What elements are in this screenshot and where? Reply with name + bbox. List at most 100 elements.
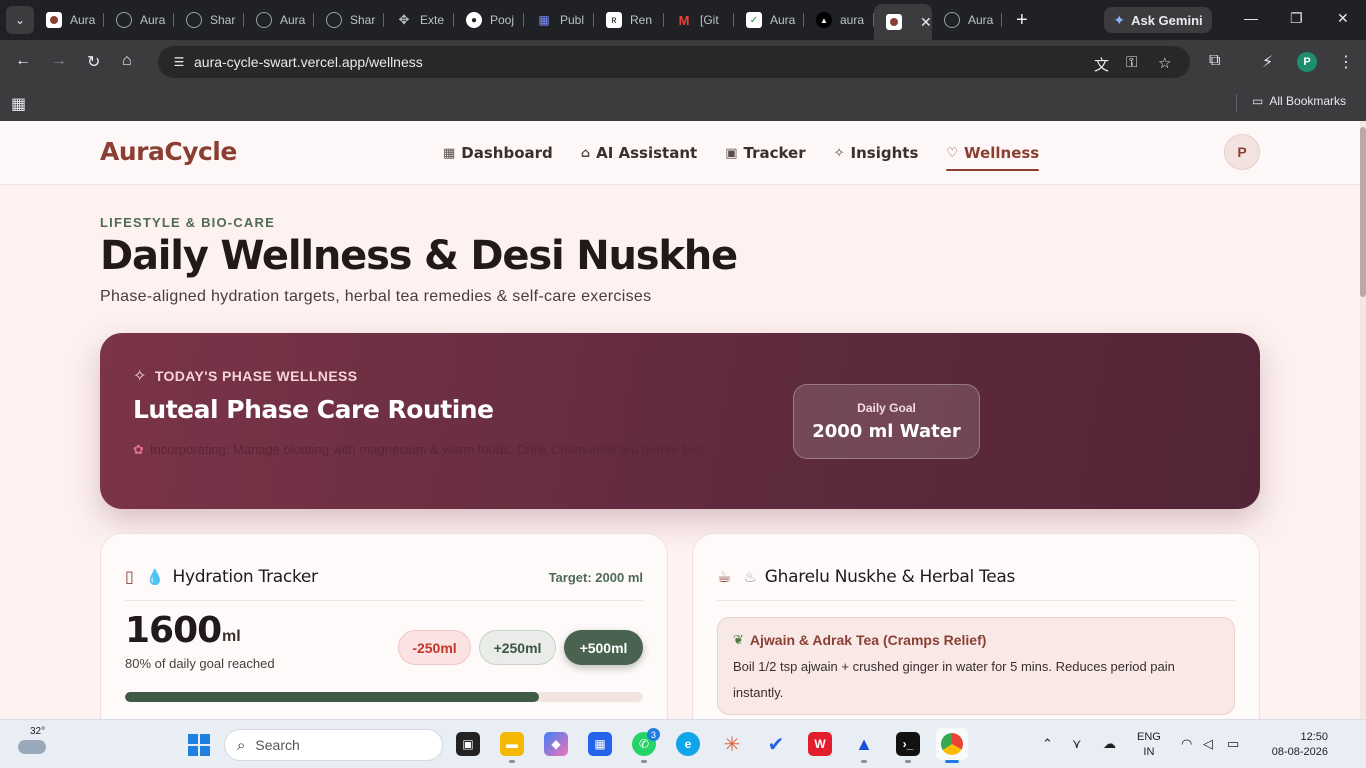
battery-icon[interactable]: ▭ <box>1227 736 1239 752</box>
tab-title: Aura <box>968 13 994 27</box>
nav-wellness[interactable]: ♡ Wellness <box>946 121 1039 185</box>
translate-icon[interactable]: 文 <box>1094 54 1109 75</box>
todo-icon[interactable]: ✔ <box>764 732 788 756</box>
tab-title: aura <box>840 13 865 27</box>
browser-tab[interactable]: ▲ aura <box>804 0 874 40</box>
show-hidden-icons-icon[interactable]: ⌃ <box>1042 736 1053 752</box>
new-tab-icon[interactable]: + <box>1016 9 1028 32</box>
hydration-card-header: ▯ 💧 Hydration Tracker Target: 2000 ml <box>125 564 643 590</box>
chrome-icon[interactable] <box>936 728 968 760</box>
windows-start-icon[interactable] <box>188 734 210 756</box>
browser-tab[interactable]: Shar <box>314 0 384 40</box>
microsoft-store-icon[interactable]: ▦ <box>588 732 612 756</box>
sparkle-icon: ✧ <box>133 368 147 385</box>
claude-icon[interactable]: ✳ <box>720 732 744 756</box>
cloud-icon <box>18 740 46 754</box>
key-icon[interactable]: ⚿ <box>1126 54 1137 71</box>
browser-tab[interactable]: M [Git <box>664 0 734 40</box>
terminal-icon[interactable]: ›_ <box>896 732 920 756</box>
nav-tracker[interactable]: ▣ Tracker <box>725 121 805 185</box>
page-viewport: AuraCycle ▦ Dashboard ⌂ AI Assistant ▣ T… <box>0 121 1366 719</box>
home-icon[interactable]: ⌂ <box>122 52 132 70</box>
profile-avatar[interactable]: P <box>1297 52 1317 72</box>
teas-title: Gharelu Nuskhe & Herbal Teas <box>764 567 1016 587</box>
nav-insights[interactable]: ✧ Insights <box>834 121 919 185</box>
banner-eyebrow-label: TODAY'S PHASE WELLNESS <box>154 368 358 384</box>
onedrive-icon[interactable]: ☁ <box>1103 736 1116 752</box>
browser-tab[interactable]: Aura <box>104 0 174 40</box>
back-icon[interactable]: ← <box>15 52 31 70</box>
globe-icon <box>944 12 960 28</box>
apps-grid-icon[interactable]: ▦ <box>11 94 26 114</box>
antigravity-icon[interactable]: ▲ <box>852 732 876 756</box>
banner-eyebrow: ✧ TODAY'S PHASE WELLNESS <box>133 366 358 386</box>
browser-tab[interactable]: ✓ Aura <box>734 0 804 40</box>
scrollbar-thumb[interactable] <box>1360 127 1366 297</box>
puzzle-icon: ✥ <box>398 12 410 27</box>
bookmark-star-icon[interactable]: ☆ <box>1158 54 1171 72</box>
forward-icon[interactable]: → <box>51 52 67 70</box>
copilot-icon[interactable]: ◆ <box>544 732 568 756</box>
all-bookmarks-button[interactable]: ▭ All Bookmarks <box>1252 94 1346 108</box>
edge-icon[interactable]: e <box>676 732 700 756</box>
wifi-icon[interactable]: ◠ <box>1181 736 1192 752</box>
tab-title: Pooj <box>490 13 515 27</box>
browser-tab-strip: ⌄ Aura Aura Shar Aura Shar ✥ Exte ● Pooj… <box>0 0 1366 40</box>
site-info-icon[interactable]: ☰ <box>168 51 190 73</box>
more-menu-icon[interactable]: ⋮ <box>1338 52 1354 72</box>
tab-title: Aura <box>140 13 166 27</box>
file-explorer-icon[interactable]: ▬ <box>500 732 524 756</box>
tab-search-button[interactable]: ⌄ <box>6 6 34 34</box>
browser-tab[interactable]: ʀ Ren <box>594 0 664 40</box>
dashboard-icon: ▦ <box>443 145 456 161</box>
browser-tab[interactable]: ✥ Exte <box>384 0 454 40</box>
performance-icon[interactable]: ⚡ <box>1262 52 1273 72</box>
nav-ai-assistant[interactable]: ⌂ AI Assistant <box>581 121 697 185</box>
page-subtitle: Phase-aligned hydration targets, herbal … <box>100 288 652 305</box>
share-favicon <box>186 12 202 28</box>
page-scrollbar[interactable] <box>1360 121 1366 719</box>
restore-icon[interactable]: ❐ <box>1290 10 1303 27</box>
url-text[interactable]: aura-cycle-swart.vercel.app/wellness <box>194 54 423 70</box>
browser-tab[interactable]: Shar <box>174 0 244 40</box>
weather-widget[interactable]: 32° <box>18 726 48 758</box>
user-avatar[interactable]: P <box>1224 134 1260 170</box>
task-view-icon[interactable]: ▣ <box>456 732 480 756</box>
close-tab-icon[interactable]: ✕ <box>920 14 932 31</box>
banner-title: Luteal Phase Care Routine <box>133 395 494 424</box>
remedy-item[interactable]: ❦ Ajwain & Adrak Tea (Cramps Relief) Boi… <box>717 617 1235 715</box>
banner-description: ✿ Incorporating: Manage bloating with mag… <box>133 439 753 460</box>
brand-logo[interactable]: AuraCycle <box>100 137 237 166</box>
nav-dashboard[interactable]: ▦ Dashboard <box>443 121 553 185</box>
reload-icon[interactable]: ↻ <box>87 52 100 72</box>
tea-cup-icon: ☕ <box>717 569 732 586</box>
browser-toolbar: ← → ↻ ⌂ ☰ aura-cycle-swart.vercel.app/we… <box>0 40 1366 84</box>
browser-tab[interactable]: Aura <box>34 0 104 40</box>
volume-icon[interactable]: ◁ <box>1203 736 1213 752</box>
browser-tab[interactable]: ▦ Publ <box>524 0 594 40</box>
browser-tab[interactable]: Aura <box>932 0 1002 40</box>
nav-label: AI Assistant <box>596 144 698 162</box>
running-indicator <box>861 760 867 763</box>
globe-icon <box>116 12 132 28</box>
add-250ml-button[interactable]: +250ml <box>479 630 556 665</box>
bookmarks-separator <box>1236 94 1237 112</box>
browser-tab[interactable]: Aura <box>244 0 314 40</box>
render-favicon: ʀ <box>606 12 622 28</box>
vpn-icon[interactable]: ⋎ <box>1072 736 1082 752</box>
remove-250ml-button[interactable]: -250ml <box>398 630 471 665</box>
add-500ml-button[interactable]: +500ml <box>564 630 643 665</box>
address-bar[interactable]: ☰ aura-cycle-swart.vercel.app/wellness 文… <box>158 46 1190 78</box>
search-icon: ⌕ <box>237 736 246 754</box>
taskbar-search[interactable]: ⌕ Search <box>224 729 443 761</box>
wps-icon[interactable]: W <box>808 732 832 756</box>
close-window-icon[interactable]: ✕ <box>1337 10 1349 27</box>
ask-gemini-button[interactable]: ✦ Ask Gemini <box>1104 7 1212 33</box>
system-clock[interactable]: 12:50 08-08-2026 <box>1258 730 1328 760</box>
globe-icon <box>256 12 272 28</box>
language-indicator[interactable]: ENG IN <box>1137 730 1161 760</box>
extensions-icon[interactable]: ⧉ <box>1209 52 1220 70</box>
browser-tab[interactable]: ● Pooj <box>454 0 524 40</box>
active-browser-tab[interactable]: ✕ <box>874 4 932 40</box>
minimize-icon[interactable]: — <box>1244 10 1258 26</box>
